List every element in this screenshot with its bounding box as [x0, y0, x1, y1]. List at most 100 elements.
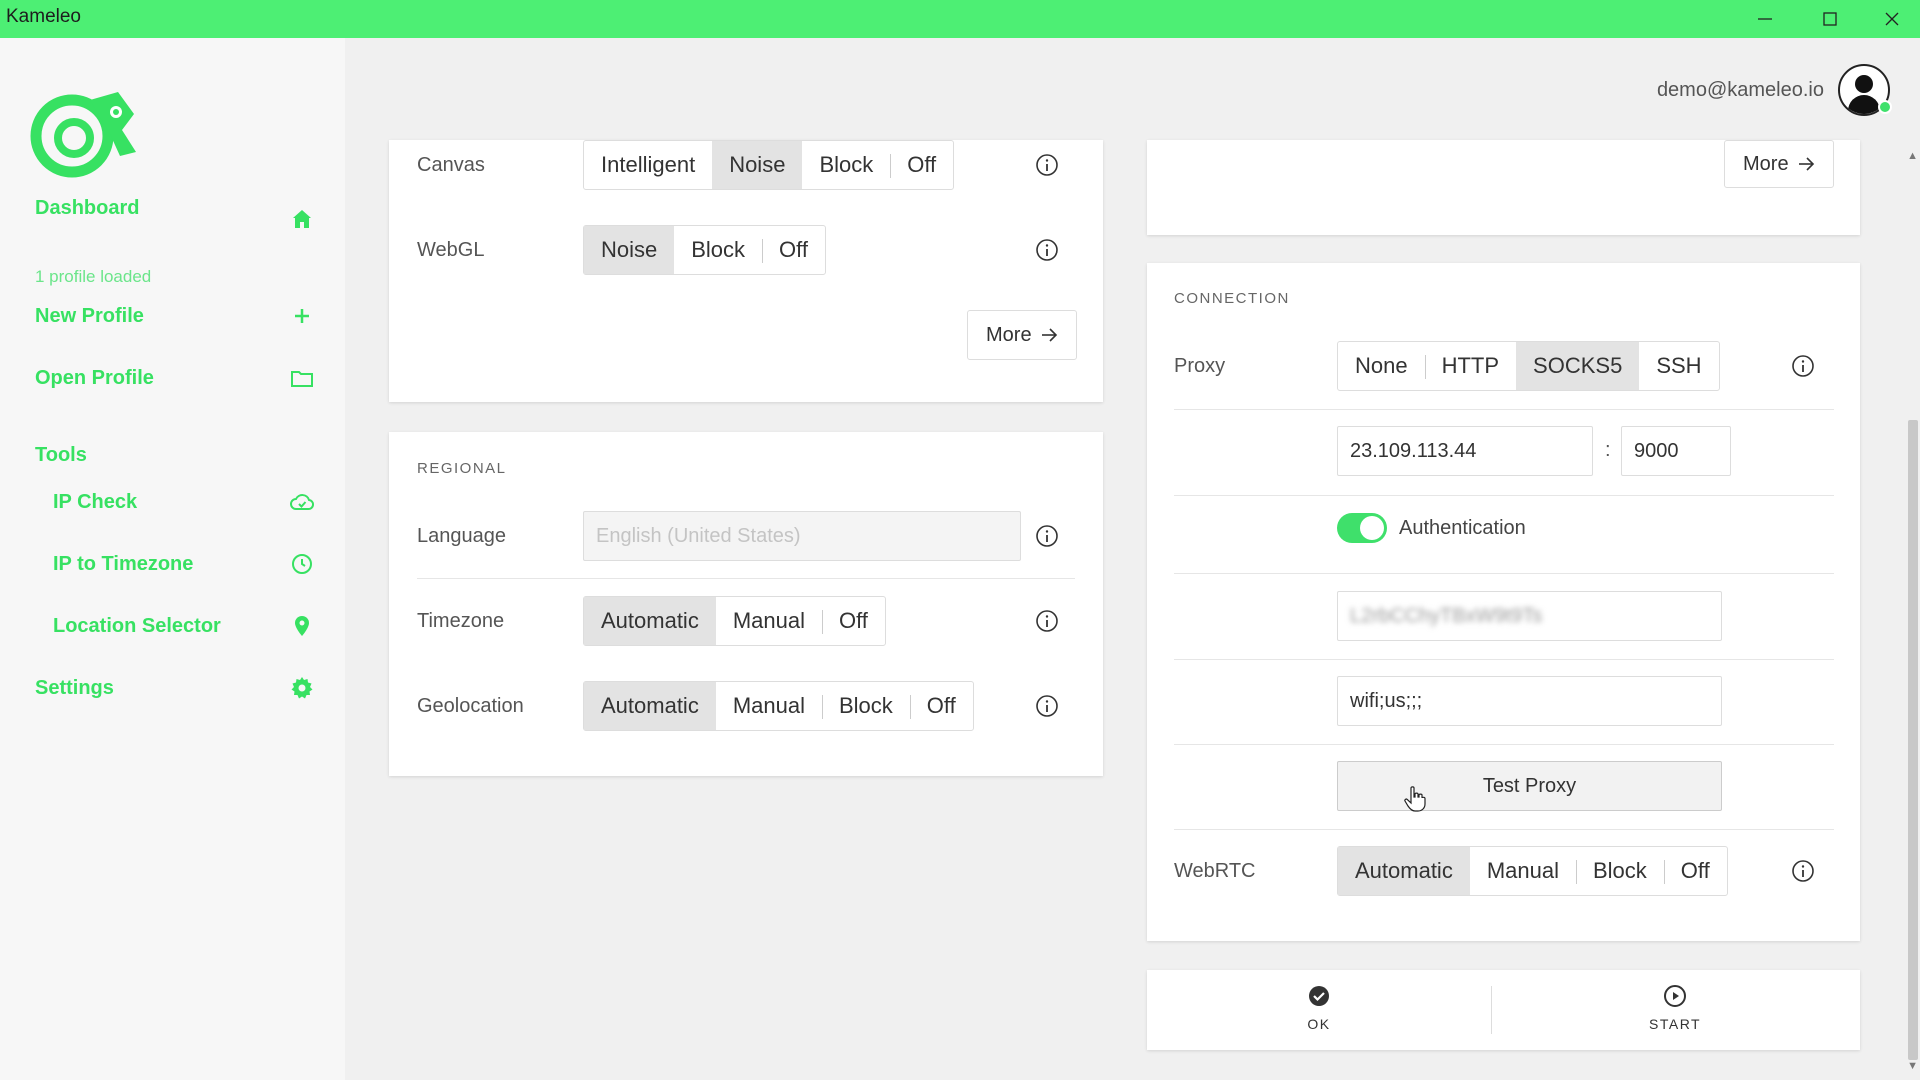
- window-title: Kameleo: [6, 6, 81, 27]
- sidebar-item-open-profile[interactable]: Open Profile: [35, 358, 315, 398]
- divider: [1174, 573, 1834, 574]
- webgl-option-noise[interactable]: Noise: [584, 226, 675, 274]
- host-port-separator: :: [1605, 439, 1611, 461]
- canvas-option-intelligent[interactable]: Intelligent: [584, 141, 712, 189]
- proxy-option-none[interactable]: None: [1338, 342, 1425, 390]
- home-icon: [289, 206, 315, 232]
- proxy-password-input[interactable]: wifi;us;;;: [1337, 676, 1722, 726]
- maximize-button[interactable]: [1800, 0, 1860, 38]
- divider: [1174, 744, 1834, 745]
- geolocation-option-off[interactable]: Off: [909, 682, 973, 730]
- webrtc-option-off[interactable]: Off: [1663, 847, 1727, 895]
- canvas-option-noise[interactable]: Noise: [712, 141, 803, 189]
- webrtc-info-icon[interactable]: [1791, 859, 1815, 883]
- location-pin-icon: [289, 613, 315, 639]
- sidebar-item-label: Open Profile: [35, 366, 154, 389]
- canvas-option-off[interactable]: Off: [890, 141, 953, 189]
- proxy-option-socks5[interactable]: SOCKS5: [1516, 342, 1640, 390]
- scrollbar-thumb[interactable]: [1908, 420, 1918, 1060]
- check-circle-icon: [1309, 986, 1329, 1006]
- webrtc-label: WebRTC: [1174, 860, 1256, 882]
- sidebar-item-label: New Profile: [35, 304, 144, 327]
- sidebar-item-settings[interactable]: Settings: [35, 668, 315, 708]
- action-bar: OK START: [1147, 970, 1860, 1050]
- canvas-label: Canvas: [417, 154, 485, 176]
- folder-icon: [289, 365, 315, 391]
- language-placeholder: English (United States): [596, 524, 801, 547]
- main-scrollbar[interactable]: ▲ ▼: [1904, 140, 1920, 1080]
- sidebar-section-tools: Tools: [35, 444, 87, 466]
- online-status-dot: [1878, 100, 1892, 114]
- timezone-label: Timezone: [417, 610, 505, 632]
- right-more-button[interactable]: More: [1724, 140, 1834, 188]
- clock-icon: [289, 551, 315, 577]
- hand-cursor-icon: [1404, 786, 1426, 812]
- ok-button[interactable]: OK: [1307, 984, 1331, 1032]
- play-circle-icon: [1664, 985, 1687, 1007]
- timezone-option-automatic[interactable]: Automatic: [584, 597, 716, 645]
- timezone-info-icon[interactable]: [1035, 609, 1059, 633]
- connection-section-title: CONNECTION: [1174, 290, 1290, 307]
- divider: [1174, 659, 1834, 660]
- divider: [1174, 829, 1834, 830]
- close-button[interactable]: [1862, 0, 1920, 38]
- authentication-toggle[interactable]: [1337, 513, 1387, 543]
- right-top-card: More: [1147, 140, 1860, 235]
- fingerprint-more-button[interactable]: More: [967, 310, 1077, 360]
- test-proxy-label: Test Proxy: [1482, 774, 1577, 797]
- sidebar-item-label: Location Selector: [53, 614, 221, 637]
- webgl-option-group: Noise Block Off: [583, 225, 826, 275]
- minimize-button[interactable]: [1735, 0, 1795, 38]
- proxy-option-ssh[interactable]: SSH: [1639, 342, 1718, 390]
- proxy-info-icon[interactable]: [1791, 354, 1815, 378]
- language-info-icon[interactable]: [1035, 524, 1059, 548]
- sidebar-item-new-profile[interactable]: New Profile: [35, 296, 315, 336]
- sidebar-item-ip-check[interactable]: IP Check: [53, 482, 315, 522]
- webgl-option-block[interactable]: Block: [674, 226, 762, 274]
- proxy-label: Proxy: [1174, 355, 1226, 377]
- action-divider: [1491, 986, 1492, 1034]
- kameleo-logo: [30, 92, 136, 178]
- timezone-option-off[interactable]: Off: [821, 597, 885, 645]
- canvas-info-icon[interactable]: [1035, 153, 1059, 177]
- proxy-port-input[interactable]: 9000: [1621, 426, 1731, 476]
- webgl-option-off[interactable]: Off: [762, 226, 825, 274]
- canvas-option-block[interactable]: Block: [802, 141, 890, 189]
- geolocation-option-block[interactable]: Block: [821, 682, 910, 730]
- geolocation-info-icon[interactable]: [1035, 694, 1059, 718]
- minimize-icon: [1758, 18, 1772, 20]
- fingerprint-card: Canvas Intelligent Noise Block Off WebGL…: [389, 140, 1103, 402]
- geolocation-option-manual[interactable]: Manual: [716, 682, 822, 730]
- authentication-label: Authentication: [1399, 517, 1526, 539]
- language-input[interactable]: English (United States): [583, 511, 1021, 561]
- proxy-username-value: L2rbCChyTBxW9t9Ts: [1350, 604, 1543, 627]
- sidebar-item-dashboard[interactable]: Dashboard: [35, 188, 315, 228]
- sidebar-item-label: IP Check: [53, 490, 138, 513]
- scroll-down-icon[interactable]: ▼: [1907, 1060, 1918, 1072]
- sidebar-item-ip-to-timezone[interactable]: IP to Timezone: [53, 544, 315, 584]
- regional-section-title: REGIONAL: [417, 460, 507, 477]
- webrtc-option-automatic[interactable]: Automatic: [1338, 847, 1470, 895]
- start-button[interactable]: START: [1649, 984, 1701, 1032]
- regional-card: REGIONAL Language English (United States…: [389, 432, 1103, 776]
- gear-icon: [289, 675, 315, 701]
- user-menu[interactable]: demo@kameleo.io: [1657, 64, 1890, 116]
- divider: [417, 578, 1075, 579]
- timezone-option-manual[interactable]: Manual: [716, 597, 822, 645]
- sidebar-item-location-selector[interactable]: Location Selector: [53, 606, 315, 646]
- webrtc-option-block[interactable]: Block: [1575, 847, 1664, 895]
- webgl-info-icon[interactable]: [1035, 238, 1059, 262]
- geolocation-option-automatic[interactable]: Automatic: [584, 682, 716, 730]
- webrtc-option-manual[interactable]: Manual: [1470, 847, 1576, 895]
- proxy-option-group: None HTTP SOCKS5 SSH: [1337, 341, 1720, 391]
- divider: [1174, 495, 1834, 496]
- proxy-option-http[interactable]: HTTP: [1424, 342, 1516, 390]
- test-proxy-button[interactable]: Test Proxy: [1337, 761, 1722, 811]
- scroll-up-icon[interactable]: ▲: [1907, 150, 1918, 162]
- proxy-host-value: 23.109.113.44: [1350, 439, 1477, 462]
- user-email: demo@kameleo.io: [1656, 78, 1824, 101]
- more-label: More: [986, 323, 1032, 346]
- proxy-port-value: 9000: [1634, 439, 1679, 462]
- proxy-host-input[interactable]: 23.109.113.44: [1337, 426, 1593, 476]
- proxy-username-input[interactable]: L2rbCChyTBxW9t9Ts: [1337, 591, 1722, 641]
